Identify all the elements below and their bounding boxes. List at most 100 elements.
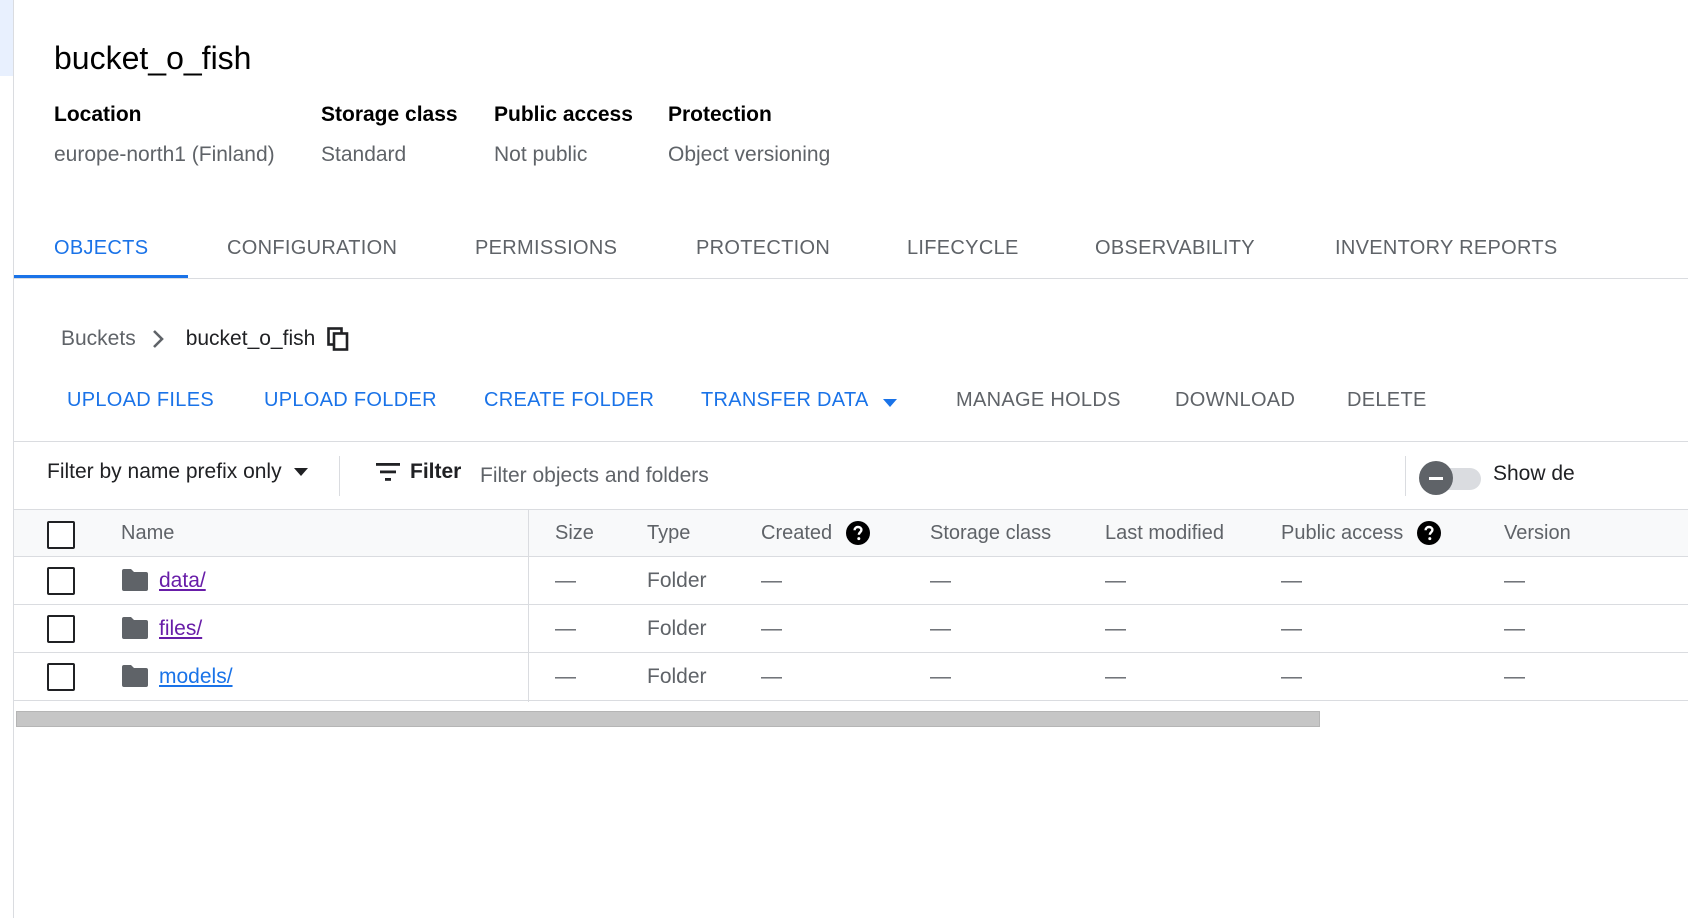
filter-button[interactable]: Filter xyxy=(376,460,461,484)
tab-objects[interactable]: OBJECTS xyxy=(14,226,189,278)
folder-icon xyxy=(122,617,148,644)
filter-divider xyxy=(339,456,340,496)
filter-icon xyxy=(376,463,400,481)
tab-protection[interactable]: PROTECTION xyxy=(696,226,830,278)
tab-permissions[interactable]: PERMISSIONS xyxy=(475,226,617,278)
detail-label: Public access xyxy=(494,103,633,126)
table-row: models/ — Folder — — — — — xyxy=(14,653,1688,701)
column-header-public-access-label: Public access xyxy=(1281,522,1404,544)
breadcrumb-current: bucket_o_fish xyxy=(185,327,316,350)
show-deleted-toggle[interactable] xyxy=(1419,460,1481,495)
download-button[interactable]: DOWNLOAD xyxy=(1175,384,1295,416)
row-checkbox[interactable] xyxy=(47,663,75,691)
table-row: files/ — Folder — — — — — xyxy=(14,605,1688,653)
cell-public-access: — xyxy=(1281,569,1302,592)
cell-public-access: — xyxy=(1281,665,1302,688)
tab-lifecycle[interactable]: LIFECYCLE xyxy=(907,226,1019,278)
detail-label: Location xyxy=(54,103,142,126)
cell-size: — xyxy=(555,665,576,688)
cell-size: — xyxy=(555,617,576,640)
detail-value: Standard xyxy=(321,143,407,166)
table-header: Name Size Type Created Storage class Las… xyxy=(14,509,1688,557)
caret-down-icon xyxy=(293,468,308,476)
cell-version: — xyxy=(1504,617,1525,640)
folder-icon xyxy=(122,665,148,692)
cell-type: Folder xyxy=(647,665,707,688)
show-deleted-label: Show de xyxy=(1493,462,1575,485)
breadcrumb-buckets-link[interactable]: Buckets xyxy=(61,327,136,351)
chevron-right-icon xyxy=(152,329,166,349)
cell-type: Folder xyxy=(647,569,707,592)
filter-mode-select[interactable]: Filter by name prefix only xyxy=(47,460,308,484)
row-checkbox[interactable] xyxy=(47,567,75,595)
breadcrumb: Buckets bucket_o_fish xyxy=(61,322,349,356)
help-icon[interactable] xyxy=(846,521,871,545)
tab-observability[interactable]: OBSERVABILITY xyxy=(1095,226,1255,278)
detail-storage-class: Storage class Standard xyxy=(321,100,458,170)
column-header-created-label: Created xyxy=(761,522,833,544)
row-checkbox[interactable] xyxy=(47,615,75,643)
filter-button-label: Filter xyxy=(410,460,462,483)
transfer-data-label: TRANSFER DATA xyxy=(701,389,868,411)
filter-objects-input[interactable] xyxy=(480,456,1380,496)
copy-icon[interactable] xyxy=(327,327,349,351)
bucket-details-page: bucket_o_fish Location europe-north1 (Fi… xyxy=(0,0,1688,918)
column-header-storage-class[interactable]: Storage class xyxy=(930,510,1051,556)
cell-public-access: — xyxy=(1281,617,1302,640)
upload-files-button[interactable]: UPLOAD FILES xyxy=(67,384,214,416)
cell-version: — xyxy=(1504,569,1525,592)
create-folder-button[interactable]: CREATE FOLDER xyxy=(484,384,654,416)
transfer-data-button[interactable]: TRANSFER DATA xyxy=(701,384,898,417)
tab-bar: OBJECTS CONFIGURATION PERMISSIONS PROTEC… xyxy=(14,226,1688,279)
column-header-name[interactable]: Name xyxy=(121,510,174,556)
cell-created: — xyxy=(761,617,782,640)
column-header-version[interactable]: Version xyxy=(1504,510,1571,556)
detail-value: Object versioning xyxy=(668,143,831,166)
column-header-type[interactable]: Type xyxy=(647,510,690,556)
object-name-link[interactable]: models/ xyxy=(159,653,233,700)
cell-last-modified: — xyxy=(1105,617,1126,640)
cell-last-modified: — xyxy=(1105,665,1126,688)
delete-button[interactable]: DELETE xyxy=(1347,384,1427,416)
horizontal-scrollbar[interactable] xyxy=(16,711,1320,727)
upload-folder-button[interactable]: UPLOAD FOLDER xyxy=(264,384,437,416)
tab-configuration[interactable]: CONFIGURATION xyxy=(227,226,397,278)
caret-down-icon xyxy=(883,385,898,417)
help-icon[interactable] xyxy=(1417,521,1442,545)
cell-storage-class: — xyxy=(930,569,951,592)
objects-table: Name Size Type Created Storage class Las… xyxy=(14,509,1688,702)
object-name-link[interactable]: files/ xyxy=(159,605,202,652)
filter-mode-label: Filter by name prefix only xyxy=(47,460,282,483)
detail-public-access: Public access Not public xyxy=(494,100,633,170)
column-header-last-modified[interactable]: Last modified xyxy=(1105,510,1224,556)
column-header-created[interactable]: Created xyxy=(761,510,871,556)
cell-storage-class: — xyxy=(930,617,951,640)
table-row: data/ — Folder — — — — — xyxy=(14,557,1688,605)
cell-last-modified: — xyxy=(1105,569,1126,592)
column-divider xyxy=(528,509,529,702)
cell-version: — xyxy=(1504,665,1525,688)
detail-value: Not public xyxy=(494,143,588,166)
column-header-size[interactable]: Size xyxy=(555,510,594,556)
select-all-checkbox[interactable] xyxy=(47,521,75,549)
cell-created: — xyxy=(761,665,782,688)
cell-created: — xyxy=(761,569,782,592)
cell-storage-class: — xyxy=(930,665,951,688)
cell-size: — xyxy=(555,569,576,592)
detail-value: europe-north1 (Finland) xyxy=(54,143,275,166)
column-header-public-access[interactable]: Public access xyxy=(1281,510,1442,556)
detail-location: Location europe-north1 (Finland) xyxy=(54,100,275,170)
detail-label: Protection xyxy=(668,103,772,126)
toggle-divider xyxy=(1405,456,1406,496)
detail-protection: Protection Object versioning xyxy=(668,100,830,170)
page-title: bucket_o_fish xyxy=(54,40,252,76)
detail-label: Storage class xyxy=(321,103,458,126)
filter-bar: Filter by name prefix only Filter Show d… xyxy=(14,441,1688,509)
manage-holds-button[interactable]: MANAGE HOLDS xyxy=(956,384,1121,416)
tab-inventory-reports[interactable]: INVENTORY REPORTS xyxy=(1335,226,1558,278)
folder-icon xyxy=(122,569,148,596)
nav-highlight xyxy=(0,0,13,76)
object-name-link[interactable]: data/ xyxy=(159,557,206,604)
cell-type: Folder xyxy=(647,617,707,640)
minus-icon xyxy=(1419,461,1453,495)
